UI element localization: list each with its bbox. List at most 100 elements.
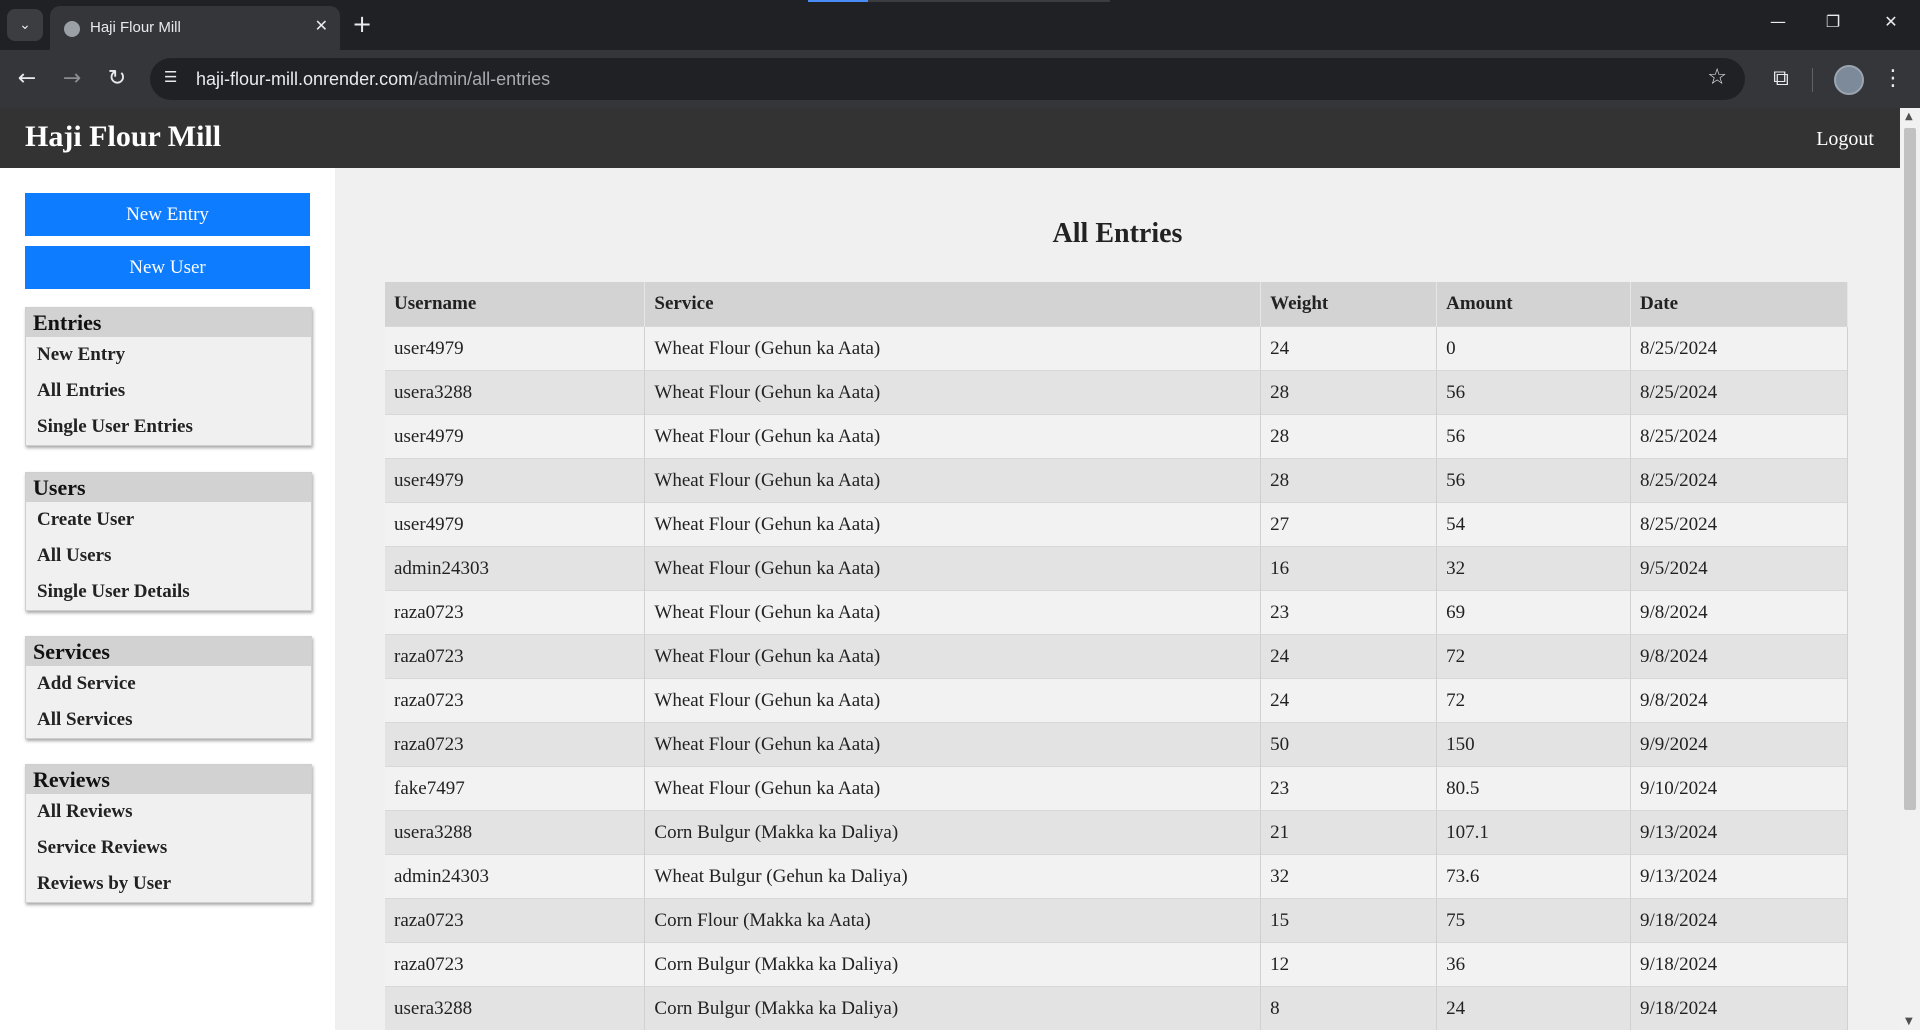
page-scrollbar[interactable]: ▲ ▼ [1900, 108, 1920, 1030]
cell-username: usera3288 [385, 370, 646, 415]
cell-weight: 24 [1260, 634, 1438, 679]
back-arrow-icon[interactable]: ← [12, 64, 42, 94]
table-row: usera3288 Wheat Flour (Gehun ka Aata) 28 56… [385, 370, 1848, 415]
cell-username: admin24303 [385, 854, 646, 899]
menu-kebab-icon[interactable]: ⋮ [1878, 64, 1908, 94]
site-settings-icon[interactable]: ☰ [164, 68, 184, 88]
cell-service: Wheat Flour (Gehun ka Aata) [644, 634, 1262, 679]
address-bar[interactable]: ☰ haji-flour-mill.onrender.com/admin/all… [150, 58, 1745, 100]
logout-link[interactable]: Logout [1816, 128, 1874, 151]
table-row: raza0723 Corn Flour (Makka ka Aata) 15 75 9/… [385, 898, 1848, 943]
minimize-icon[interactable]: — [1758, 12, 1798, 31]
menu-item-all-reviews[interactable]: All Reviews [26, 794, 311, 830]
cell-username: usera3288 [385, 810, 646, 855]
tab-title: Haji Flour Mill [90, 19, 181, 36]
window-close-icon[interactable]: ✕ [1871, 12, 1911, 31]
cell-date: 9/13/2024 [1630, 854, 1848, 899]
menu-item-all-entries[interactable]: All Entries [26, 373, 311, 409]
scroll-up-icon[interactable]: ▲ [1905, 111, 1913, 122]
cell-service: Wheat Flour (Gehun ka Aata) [644, 370, 1262, 415]
cell-weight: 32 [1260, 854, 1438, 899]
table-row: raza0723 Wheat Flour (Gehun ka Aata) 23 69 9… [385, 590, 1848, 635]
menu-item-service-reviews[interactable]: Service Reviews [26, 830, 311, 866]
entries-menu: Entries New Entry All Entries Single Use… [25, 307, 312, 446]
menu-item-single-user-details[interactable]: Single User Details [26, 574, 311, 610]
menu-item-single-user-entries[interactable]: Single User Entries [26, 409, 311, 445]
menu-item-all-users[interactable]: All Users [26, 538, 311, 574]
cell-amount: 150 [1436, 722, 1632, 767]
forward-arrow-icon[interactable]: → [57, 64, 87, 94]
new-user-button[interactable]: New User [25, 246, 310, 289]
cell-username: user4979 [385, 414, 646, 459]
table-row: user4979 Wheat Flour (Gehun ka Aata) 28 56 8… [385, 458, 1848, 503]
reload-icon[interactable]: ↻ [102, 64, 132, 94]
menu-heading-entries: Entries [26, 308, 311, 337]
menu-item-new-entry[interactable]: New Entry [26, 337, 311, 373]
cell-username: raza0723 [385, 942, 646, 987]
cell-amount: 24 [1436, 986, 1632, 1030]
browser-tab[interactable]: Haji Flour Mill ✕ [50, 6, 340, 50]
brand-title[interactable]: Haji Flour Mill [25, 120, 221, 154]
new-tab-plus-icon[interactable]: + [352, 9, 372, 39]
table-row: usera3288 Corn Bulgur (Makka ka Daliya) 8 2… [385, 986, 1848, 1030]
cell-service: Corn Bulgur (Makka ka Daliya) [644, 986, 1262, 1030]
services-menu: Services Add Service All Services [25, 636, 312, 739]
cell-username: raza0723 [385, 898, 646, 943]
column-header-amount: Amount [1436, 282, 1632, 327]
scroll-down-icon[interactable]: ▼ [1905, 1016, 1913, 1027]
cell-amount: 36 [1436, 942, 1632, 987]
cell-username: raza0723 [385, 634, 646, 679]
cell-amount: 72 [1436, 678, 1632, 723]
cell-weight: 23 [1260, 590, 1438, 635]
menu-item-all-services[interactable]: All Services [26, 702, 311, 738]
cell-amount: 80.5 [1436, 766, 1632, 811]
browser-tabstrip: ⌄ Haji Flour Mill ✕ + — ❐ ✕ [0, 0, 1920, 50]
cell-service: Wheat Flour (Gehun ka Aata) [644, 722, 1262, 767]
cell-username: admin24303 [385, 546, 646, 591]
menu-heading-services: Services [26, 637, 311, 666]
cell-date: 8/25/2024 [1630, 370, 1848, 415]
close-tab-icon[interactable]: ✕ [315, 16, 328, 35]
cell-date: 9/8/2024 [1630, 678, 1848, 723]
cell-service: Wheat Flour (Gehun ka Aata) [644, 590, 1262, 635]
cell-date: 8/25/2024 [1630, 414, 1848, 459]
cell-username: user4979 [385, 458, 646, 503]
menu-item-reviews-by-user[interactable]: Reviews by User [26, 866, 311, 902]
menu-item-create-user[interactable]: Create User [26, 502, 311, 538]
table-row: admin24303 Wheat Bulgur (Gehun ka Daliya)… [385, 854, 1848, 899]
table-row: raza0723 Wheat Flour (Gehun ka Aata) 24 72 9… [385, 634, 1848, 679]
menu-heading-users: Users [26, 473, 311, 502]
profile-avatar[interactable] [1834, 65, 1864, 95]
new-entry-button[interactable]: New Entry [25, 193, 310, 236]
bookmark-star-icon[interactable]: ☆ [1707, 65, 1727, 90]
cell-service: Wheat Flour (Gehun ka Aata) [644, 502, 1262, 547]
cell-service: Wheat Flour (Gehun ka Aata) [644, 458, 1262, 503]
cell-username: usera3288 [385, 986, 646, 1030]
table-row: fake7497 Wheat Flour (Gehun ka Aata) 23 80.… [385, 766, 1848, 811]
scrollbar-thumb[interactable] [1904, 128, 1916, 810]
cell-username: raza0723 [385, 722, 646, 767]
cell-date: 9/18/2024 [1630, 942, 1848, 987]
menu-item-add-service[interactable]: Add Service [26, 666, 311, 702]
tab-search-chevron-icon[interactable]: ⌄ [7, 9, 43, 41]
table-row: raza0723 Wheat Flour (Gehun ka Aata) 50 150… [385, 722, 1848, 767]
cell-amount: 56 [1436, 370, 1632, 415]
cell-weight: 24 [1260, 678, 1438, 723]
table-row: raza0723 Wheat Flour (Gehun ka Aata) 24 72 9… [385, 678, 1848, 723]
main-content: All Entries Username Service Weight Amou… [335, 168, 1900, 1030]
cell-service: Corn Bulgur (Makka ka Daliya) [644, 810, 1262, 855]
cell-date: 9/18/2024 [1630, 898, 1848, 943]
cell-date: 9/18/2024 [1630, 986, 1848, 1030]
table-row: usera3288 Corn Bulgur (Makka ka Daliya) 21… [385, 810, 1848, 855]
extensions-puzzle-icon[interactable]: ⧉ [1766, 64, 1796, 94]
cell-service: Corn Bulgur (Makka ka Daliya) [644, 942, 1262, 987]
cell-amount: 72 [1436, 634, 1632, 679]
cell-username: user4979 [385, 326, 646, 371]
cell-date: 9/10/2024 [1630, 766, 1848, 811]
restore-icon[interactable]: ❐ [1813, 12, 1853, 31]
url-text[interactable]: haji-flour-mill.onrender.com/admin/all-e… [196, 69, 550, 90]
cell-amount: 32 [1436, 546, 1632, 591]
cell-amount: 0 [1436, 326, 1632, 371]
cell-amount: 107.1 [1436, 810, 1632, 855]
cell-weight: 24 [1260, 326, 1438, 371]
